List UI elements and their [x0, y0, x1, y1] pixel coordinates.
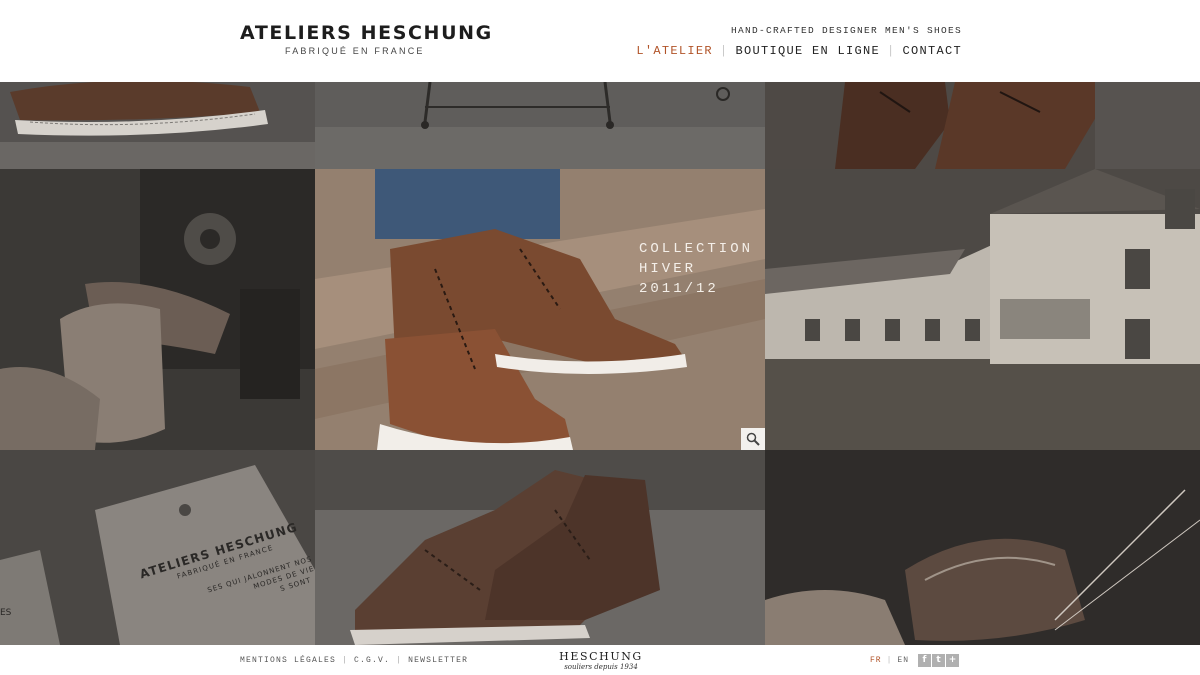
collection-line-3: 2011/12	[639, 281, 719, 297]
tile-stitching-machine[interactable]	[0, 169, 315, 450]
tile-derby-shoes[interactable]	[765, 82, 1200, 169]
footer-separator: |	[396, 656, 403, 665]
brand-subtitle: FABRIQUÉ EN FRANCE	[285, 46, 425, 56]
brand-title[interactable]: ATELIERS HESCHUNG	[240, 22, 493, 44]
footer-link-mentions[interactable]: MENTIONS LÉGALES	[240, 656, 336, 665]
tag-side-text: ES	[0, 608, 12, 618]
nav-separator: |	[719, 44, 729, 58]
footer-logo-since: souliers depuis 1934	[564, 663, 638, 671]
footer-separator: |	[342, 656, 349, 665]
magnifier-icon	[746, 432, 760, 446]
tagline: HAND-CRAFTED DESIGNER MEN'S SHOES	[730, 25, 962, 36]
plus-icon[interactable]: +	[946, 654, 959, 667]
collection-label: COLLECTION HIVER 2011/12	[639, 239, 753, 299]
tile-featured-boots[interactable]: COLLECTION HIVER 2011/12	[315, 169, 765, 450]
main-nav: L'ATELIER | BOUTIQUE EN LIGNE | CONTACT	[636, 44, 962, 58]
collection-line-1: COLLECTION	[639, 241, 754, 257]
footer-link-newsletter[interactable]: NEWSLETTER	[408, 656, 468, 665]
collection-line-2: HIVER	[639, 261, 697, 277]
facebook-icon[interactable]: f	[918, 654, 931, 667]
lang-separator: |	[886, 656, 893, 665]
site-header: ATELIERS HESCHUNG FABRIQUÉ EN FRANCE HAN…	[0, 0, 1200, 82]
lang-en[interactable]: EN	[897, 656, 909, 665]
tile-hand-sewing[interactable]	[765, 450, 1200, 645]
footer-logo-name: HESCHUNG	[559, 650, 643, 663]
social-links: f t +	[918, 654, 959, 667]
footer-links: MENTIONS LÉGALES | C.G.V. | NEWSLETTER	[240, 656, 468, 665]
tile-workshop-stand[interactable]	[315, 82, 765, 169]
zoom-button[interactable]	[741, 428, 765, 450]
lang-fr[interactable]: FR	[870, 656, 882, 665]
twitter-icon[interactable]: t	[932, 654, 945, 667]
nav-item-boutique[interactable]: BOUTIQUE EN LIGNE	[735, 44, 880, 58]
site-footer: MENTIONS LÉGALES | C.G.V. | NEWSLETTER H…	[0, 645, 1200, 675]
footer-logo[interactable]: HESCHUNG souliers depuis 1934	[559, 650, 643, 671]
tile-shoe-sole[interactable]	[0, 82, 315, 169]
tile-boots-pair[interactable]	[315, 450, 765, 645]
nav-item-contact[interactable]: CONTACT	[902, 44, 962, 58]
nav-item-atelier[interactable]: L'ATELIER	[636, 44, 713, 58]
nav-separator: |	[886, 44, 896, 58]
footer-link-cgv[interactable]: C.G.V.	[354, 656, 390, 665]
tile-brand-tag[interactable]: ATELIERS HESCHUNG FABRIQUÉ EN FRANCE SES…	[0, 450, 315, 645]
tile-factory-building[interactable]	[765, 169, 1200, 450]
language-switcher: FR | EN	[870, 656, 909, 665]
